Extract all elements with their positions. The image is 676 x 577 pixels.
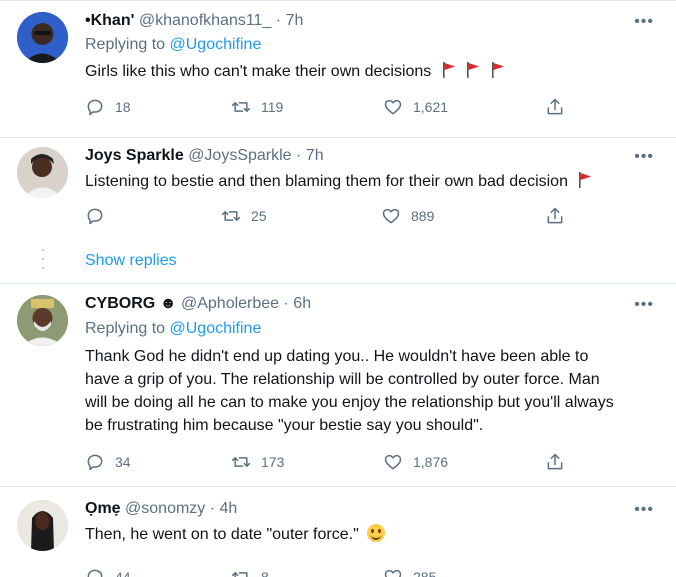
author-name[interactable]: Ọmẹ <box>85 500 121 517</box>
retweet-count: 25 <box>251 208 267 224</box>
replying-to: Replying to @Ugochifine <box>85 320 261 338</box>
tweet-time[interactable]: · 4h <box>210 500 238 517</box>
author-name[interactable]: Joys Sparkle <box>85 147 184 164</box>
author-handle[interactable]: @sonomzy <box>125 500 205 517</box>
reply-icon <box>87 569 103 577</box>
like-button[interactable]: 1,876 <box>383 451 448 473</box>
replying-to-label: Replying to <box>85 36 166 53</box>
author-handle[interactable]: @JoysSparkle <box>188 147 291 164</box>
red-flag-icon <box>442 62 455 78</box>
tweet-timeline: •Khan' @khanofkhans11_ · 7h ••• Replying… <box>0 0 676 577</box>
reply-count: 44 <box>115 569 131 577</box>
reply-icon <box>87 99 103 116</box>
share-button[interactable] <box>545 205 565 227</box>
reply-button[interactable]: 18 <box>85 96 131 118</box>
share-icon <box>547 98 563 115</box>
reply-icon <box>87 208 103 225</box>
more-icon[interactable]: ••• <box>634 149 654 165</box>
tweet-cyborg[interactable]: CYBORG ☻ @Apholerbee · 6h ••• Replying t… <box>0 283 676 485</box>
tweet-khan[interactable]: •Khan' @khanofkhans11_ · 7h ••• Replying… <box>0 0 676 137</box>
reply-button[interactable] <box>85 205 115 227</box>
tweet-actions: 34 173 1,876 <box>85 451 585 473</box>
reply-button[interactable]: 34 <box>85 451 131 473</box>
retweet-button[interactable]: 25 <box>221 205 267 227</box>
tweet-text-content: Then, he went on to date "outer force." <box>85 526 359 543</box>
red-flag-icon <box>491 62 504 78</box>
thread-dots <box>42 249 44 269</box>
reply-icon <box>87 454 103 471</box>
tweet-time[interactable]: · 7h <box>296 147 324 164</box>
retweet-count: 119 <box>261 99 284 115</box>
avatar[interactable] <box>17 12 68 63</box>
like-icon <box>384 454 402 470</box>
retweet-button[interactable]: 119 <box>231 96 283 118</box>
tweet-header: •Khan' @khanofkhans11_ · 7h <box>85 12 303 30</box>
red-flag-icon <box>579 172 592 188</box>
retweet-icon <box>231 102 251 112</box>
smiling-emoji-icon <box>367 524 386 542</box>
retweet-icon <box>221 211 241 221</box>
replying-to-link[interactable]: @Ugochifine <box>170 36 262 53</box>
like-icon <box>382 208 400 224</box>
tweet-ome[interactable]: Ọmẹ @sonomzy · 4h ••• Then, he went on t… <box>0 486 676 577</box>
show-replies-link[interactable]: Show replies <box>85 252 177 270</box>
tweet-text: Girls like this who can't make their own… <box>85 60 660 83</box>
tweet-actions: 25 889 <box>85 205 585 227</box>
name-badge: ☻ <box>159 295 177 312</box>
tweet-actions: 44 8 285 <box>85 566 585 577</box>
like-count: 889 <box>411 208 435 224</box>
tweet-text: Then, he went on to date "outer force." <box>85 523 660 546</box>
author-handle[interactable]: @Apholerbee <box>181 295 279 312</box>
like-button[interactable]: 1,621 <box>383 96 448 118</box>
tweet-joys-sparkle[interactable]: Joys Sparkle @JoysSparkle · 7h ••• Liste… <box>0 137 676 282</box>
tweet-text-line: be frustrating him because "your bestie … <box>85 417 484 434</box>
like-button[interactable]: 889 <box>381 205 434 227</box>
like-count: 1,621 <box>413 99 449 115</box>
reply-button[interactable]: 44 <box>85 566 131 577</box>
retweet-count: 173 <box>261 454 285 470</box>
tweet-time[interactable]: · 6h <box>284 295 312 312</box>
like-icon <box>384 99 402 115</box>
retweet-icon <box>231 572 248 577</box>
replying-to-link[interactable]: @Ugochifine <box>170 320 262 337</box>
tweet-text: Thank God he didn't end up dating you.. … <box>85 345 660 437</box>
share-icon <box>547 453 563 470</box>
reply-count: 34 <box>115 454 131 470</box>
like-button[interactable]: 285 <box>383 566 436 577</box>
tweet-text-line: Thank God he didn't end up dating you.. … <box>85 348 589 365</box>
like-icon <box>384 569 402 577</box>
more-icon[interactable]: ••• <box>634 297 654 313</box>
share-button[interactable] <box>545 451 565 473</box>
tweet-text-line: have a grip of you. The relationship wil… <box>85 371 600 388</box>
tweet-time[interactable]: · 7h <box>276 12 304 29</box>
retweet-button[interactable]: 173 <box>231 451 284 473</box>
avatar[interactable] <box>17 147 68 198</box>
more-icon[interactable]: ••• <box>634 502 654 518</box>
share-icon <box>547 207 563 224</box>
reply-count: 18 <box>115 99 131 115</box>
tweet-text: Listening to bestie and then blaming the… <box>85 170 660 193</box>
like-count: 1,876 <box>413 454 449 470</box>
replying-to: Replying to @Ugochifine <box>85 36 261 54</box>
replying-to-label: Replying to <box>85 320 166 337</box>
more-icon[interactable]: ••• <box>634 14 654 30</box>
retweet-button[interactable]: 8 <box>231 566 269 577</box>
author-name[interactable]: •Khan' <box>85 12 134 29</box>
author-handle[interactable]: @khanofkhans11_ <box>139 12 271 29</box>
avatar[interactable] <box>17 295 68 346</box>
red-flag-icon <box>467 62 480 78</box>
tweet-text-content: Listening to bestie and then blaming the… <box>85 173 568 190</box>
share-button[interactable] <box>545 96 565 118</box>
like-count: 285 <box>413 569 437 577</box>
tweet-text-line: will be doing all he can to make you enj… <box>85 394 614 411</box>
tweet-text-content: Girls like this who can't make their own… <box>85 63 432 80</box>
retweet-icon <box>231 457 251 467</box>
tweet-header: CYBORG ☻ @Apholerbee · 6h <box>85 295 311 313</box>
author-name[interactable]: CYBORG <box>85 295 155 312</box>
tweet-actions: 18 119 1,621 <box>85 96 585 118</box>
tweet-header: Ọmẹ @sonomzy · 4h <box>85 500 237 518</box>
retweet-count: 8 <box>261 569 269 577</box>
tweet-header: Joys Sparkle @JoysSparkle · 7h <box>85 147 324 165</box>
avatar[interactable] <box>17 500 68 551</box>
